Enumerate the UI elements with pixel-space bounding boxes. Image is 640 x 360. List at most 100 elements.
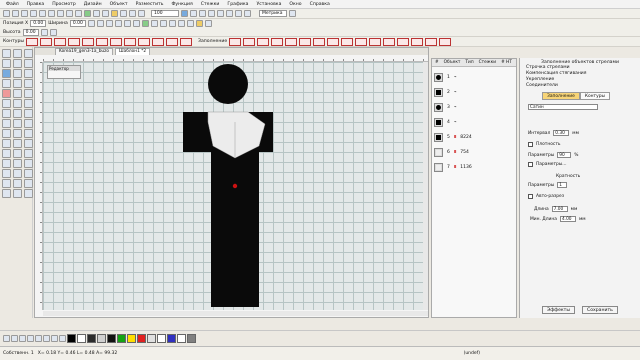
blanket-button[interactable]: [68, 37, 81, 46]
menu-function[interactable]: Функция: [171, 2, 192, 7]
help-icon[interactable]: [289, 10, 296, 17]
params-checkbox[interactable]: [528, 162, 533, 167]
sequence-icon[interactable]: [13, 129, 22, 138]
program-split-button[interactable]: [257, 37, 270, 46]
3d-view-icon[interactable]: [208, 10, 215, 17]
run-stitch-button[interactable]: [26, 37, 39, 46]
color-swatch[interactable]: [187, 334, 196, 343]
motif-icon[interactable]: [2, 129, 11, 138]
contour-fill-button[interactable]: [313, 37, 326, 46]
align-center-icon[interactable]: [105, 20, 113, 27]
tie-icon[interactable]: [24, 109, 33, 118]
select-arrow-icon[interactable]: [2, 49, 11, 58]
trim-icon[interactable]: [2, 119, 11, 128]
spacing-input[interactable]: 0.30: [553, 130, 570, 136]
edit-mini-window[interactable]: Редактор: [47, 65, 81, 79]
knife-icon[interactable]: [13, 89, 22, 98]
start-point-icon[interactable]: [2, 109, 11, 118]
height-input[interactable]: 0.00: [22, 28, 39, 36]
vector-icon[interactable]: [13, 149, 22, 158]
settings-icon[interactable]: [138, 10, 145, 17]
break-icon[interactable]: [2, 99, 11, 108]
vertical-scrollbar[interactable]: [423, 62, 428, 310]
motif-run-button[interactable]: [110, 37, 123, 46]
paste-icon[interactable]: [57, 10, 64, 17]
palette-tool-icon[interactable]: [51, 335, 58, 342]
envelope-icon[interactable]: [13, 189, 22, 198]
array-icon[interactable]: [2, 189, 11, 198]
sequence-row[interactable]: 6 ⩩ 754: [434, 147, 516, 157]
menu-object[interactable]: Объект: [110, 2, 128, 7]
border-icon[interactable]: [13, 169, 22, 178]
layer-icon[interactable]: [190, 10, 197, 17]
wreath-icon[interactable]: [2, 179, 11, 188]
palette-tool-icon[interactable]: [19, 335, 26, 342]
params-input[interactable]: 90: [557, 152, 572, 158]
triple-run-button[interactable]: [40, 37, 53, 46]
menu-settings[interactable]: Установка: [256, 2, 281, 7]
menu-design[interactable]: Дизайн: [84, 2, 102, 7]
tab-document-1[interactable]: Korea19_gen3-1a_buzo: [55, 48, 114, 55]
reshape-icon[interactable]: [168, 20, 176, 27]
cross-stitch-tool-icon[interactable]: [24, 159, 33, 168]
end-point-icon[interactable]: [13, 109, 22, 118]
sequence-row[interactable]: 1 ⌁: [434, 72, 516, 82]
multiplicity-input[interactable]: 1: [557, 182, 568, 188]
mirror-tool-icon[interactable]: [24, 179, 33, 188]
cut-icon[interactable]: [39, 10, 46, 17]
ungroup-icon[interactable]: [150, 20, 158, 27]
hoop-icon[interactable]: [84, 10, 91, 17]
align-right-icon[interactable]: [114, 20, 122, 27]
menu-window[interactable]: Окно: [289, 2, 301, 7]
ruler-icon[interactable]: [129, 10, 136, 17]
autosplit-checkbox[interactable]: [528, 194, 533, 199]
eraser-icon[interactable]: [24, 89, 33, 98]
backstitch-button[interactable]: [82, 37, 95, 46]
color-swatch[interactable]: [97, 334, 106, 343]
3d-fill-button[interactable]: [285, 37, 298, 46]
design-canvas[interactable]: [43, 62, 428, 310]
position-x-input[interactable]: 0.00: [30, 20, 47, 27]
sequence-row[interactable]: 5 ⩩ 8224: [434, 132, 516, 142]
break-apart-icon[interactable]: [177, 20, 185, 27]
satin-fill-button[interactable]: [229, 37, 242, 46]
save-icon[interactable]: [21, 10, 28, 17]
palette-tool-icon[interactable]: [11, 335, 18, 342]
menu-view[interactable]: Просмотр: [52, 2, 76, 7]
rectangle-icon[interactable]: [2, 79, 11, 88]
name-drop-icon[interactable]: [24, 69, 33, 78]
measure-icon[interactable]: [2, 139, 11, 148]
chain-stitch-button[interactable]: [152, 37, 165, 46]
color-swatch[interactable]: [167, 334, 176, 343]
scale-icon[interactable]: [40, 28, 48, 36]
shape-tool-icon[interactable]: [2, 169, 11, 178]
join-icon[interactable]: [13, 99, 22, 108]
menu-help[interactable]: Справка: [310, 2, 330, 7]
trapunto-button[interactable]: [425, 37, 438, 46]
print-icon[interactable]: [30, 10, 37, 17]
stitch-player-icon[interactable]: [102, 10, 109, 17]
stemstitch-button[interactable]: [96, 37, 109, 46]
sequence-row[interactable]: 7 ⩩ 1136: [434, 162, 516, 172]
params-button[interactable]: Параметры...: [536, 162, 566, 167]
chenille-button[interactable]: [397, 37, 410, 46]
blackwork-button[interactable]: [439, 37, 452, 46]
texture-icon[interactable]: [195, 20, 203, 27]
digitize-icon[interactable]: [2, 59, 11, 68]
zoom-select[interactable]: 100: [151, 10, 179, 17]
sequence-row[interactable]: 4 ⌁: [434, 117, 516, 127]
color-swatch[interactable]: [77, 334, 86, 343]
ellipse-icon[interactable]: [13, 79, 22, 88]
satin-contour-button[interactable]: [54, 37, 67, 46]
reshape-arrow-icon[interactable]: [13, 49, 22, 58]
color-swatch[interactable]: [157, 334, 166, 343]
measure-select[interactable]: Метрика: [259, 10, 287, 17]
photo-stitch-icon[interactable]: [13, 159, 22, 168]
copy-icon[interactable]: [48, 10, 55, 17]
tab-contours[interactable]: Контуры: [579, 92, 610, 100]
rotate-icon[interactable]: [132, 20, 140, 27]
color-swatch[interactable]: [87, 334, 96, 343]
palette-tool-icon[interactable]: [59, 335, 66, 342]
menu-graphics[interactable]: Графика: [227, 2, 248, 7]
sequence-row[interactable]: 2 ⌁: [434, 87, 516, 97]
